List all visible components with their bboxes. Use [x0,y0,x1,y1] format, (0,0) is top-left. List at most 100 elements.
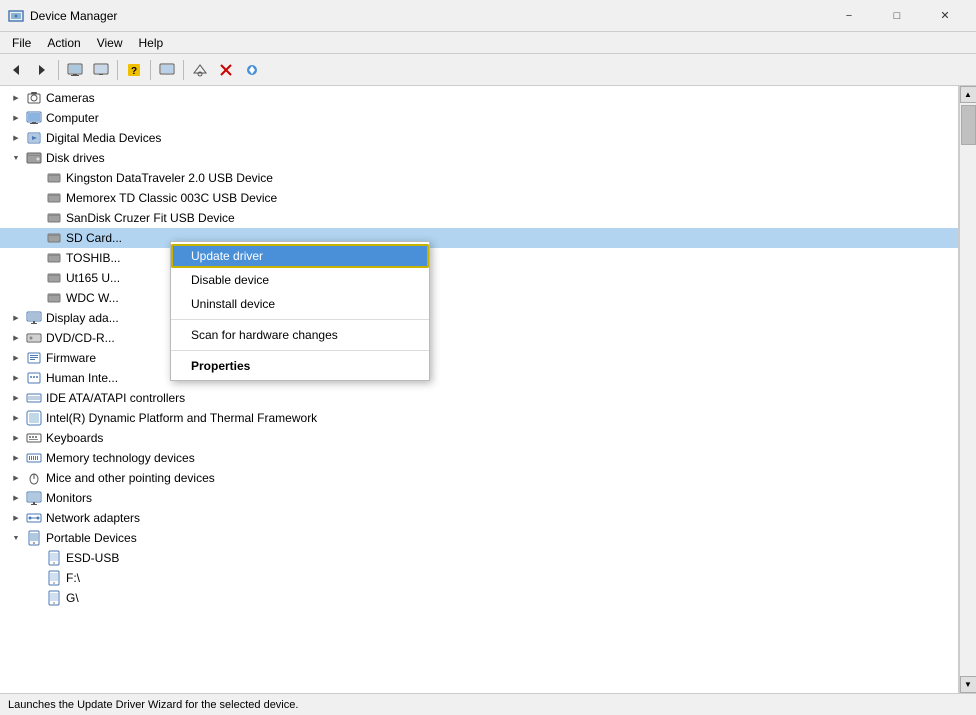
context-menu-item-properties[interactable]: Properties [171,354,429,378]
status-text: Launches the Update Driver Wizard for th… [8,699,298,711]
tree-item-keyboards[interactable]: ▶Keyboards [0,428,958,448]
tree-no-expand [28,270,44,286]
context-menu-separator [171,350,429,351]
tree-item-firmware[interactable]: ▶Firmware [0,348,958,368]
tree-icon-network [26,510,42,526]
tree-item-wdc[interactable]: WDC W... [0,288,958,308]
toolbar-add-btn[interactable] [188,58,212,82]
tree-expand-digital-media[interactable]: ▶ [8,130,24,146]
tree-expand-firmware[interactable]: ▶ [8,350,24,366]
context-menu-item-uninstall-device[interactable]: Uninstall device [171,292,429,316]
tree-label-ut165: Ut165 U... [66,271,120,285]
tree-icon-portable [26,530,42,546]
tree-icon-ide-ata [26,390,42,406]
tree-label-f-drive: F:\ [66,571,80,585]
window-title: Device Manager [30,9,826,23]
tree-item-computer[interactable]: ▶ Computer [0,108,958,128]
toolbar-help-btn[interactable]: ? [122,58,146,82]
toolbar-btn-4[interactable] [89,58,113,82]
back-button[interactable] [4,58,28,82]
toolbar-screen-btn[interactable] [155,58,179,82]
tree-label-esd-usb: ESD-USB [66,551,119,565]
tree-item-portable[interactable]: ▼Portable Devices [0,528,958,548]
tree-item-mice[interactable]: ▶Mice and other pointing devices [0,468,958,488]
minimize-button[interactable]: − [826,2,872,30]
tree-expand-human-interface[interactable]: ▶ [8,370,24,386]
tree-label-monitors: Monitors [46,491,92,505]
tree-label-memorex: Memorex TD Classic 003C USB Device [66,191,277,205]
tree-expand-dvdcd[interactable]: ▶ [8,330,24,346]
tree-item-toshib[interactable]: TOSHIB... [0,248,958,268]
tree-item-g-drive[interactable]: G\ [0,588,958,608]
tree-label-cameras: Cameras [46,91,95,105]
toolbar-remove-btn[interactable] [214,58,238,82]
menu-action[interactable]: Action [39,34,88,52]
tree-icon-digital-media [26,130,42,146]
scroll-up-btn[interactable]: ▲ [960,86,976,103]
maximize-button[interactable]: □ [874,2,920,30]
tree-item-sdcard[interactable]: SD Card... [0,228,958,248]
tree-label-sandisk: SanDisk Cruzer Fit USB Device [66,211,235,225]
scrollbar[interactable]: ▲ ▼ [959,86,976,693]
tree-item-ut165[interactable]: Ut165 U... [0,268,958,288]
tree-item-intel-dynamic[interactable]: ▶Intel(R) Dynamic Platform and Thermal F… [0,408,958,428]
tree-icon-wdc [46,290,62,306]
tree-label-disk-drives: Disk drives [46,151,105,165]
title-bar-controls: − □ ✕ [826,2,968,30]
context-menu-item-update-driver[interactable]: Update driver [171,244,429,268]
menu-help[interactable]: Help [131,34,172,52]
tree-item-memorex[interactable]: Memorex TD Classic 003C USB Device [0,188,958,208]
tree-expand-ide-ata[interactable]: ▶ [8,390,24,406]
tree-expand-network[interactable]: ▶ [8,510,24,526]
tree-icon-keyboards [26,430,42,446]
tree-expand-computer[interactable]: ▶ [8,110,24,126]
scroll-down-btn[interactable]: ▼ [960,676,976,693]
toolbar-update-btn[interactable] [240,58,264,82]
tree-expand-monitors[interactable]: ▶ [8,490,24,506]
tree-icon-dvdcd [26,330,42,346]
tree-item-dvdcd[interactable]: ▶ DVD/CD-R... [0,328,958,348]
tree-item-human-interface[interactable]: ▶Human Inte... [0,368,958,388]
context-menu-item-scan-hardware[interactable]: Scan for hardware changes [171,323,429,347]
tree-expand-display-ada[interactable]: ▶ [8,310,24,326]
toolbar-sep-2 [117,60,118,80]
context-menu-item-disable-device[interactable]: Disable device [171,268,429,292]
toolbar-sep-3 [150,60,151,80]
tree-expand-intel-dynamic[interactable]: ▶ [8,410,24,426]
tree-item-monitors[interactable]: ▶ Monitors [0,488,958,508]
tree-item-network[interactable]: ▶ Network adapters [0,508,958,528]
tree-expand-disk-drives[interactable]: ▼ [8,150,24,166]
tree-label-dvdcd: DVD/CD-R... [46,331,115,345]
tree-expand-portable[interactable]: ▼ [8,530,24,546]
forward-button[interactable] [30,58,54,82]
close-button[interactable]: ✕ [922,2,968,30]
tree-item-sandisk[interactable]: SanDisk Cruzer Fit USB Device [0,208,958,228]
tree-item-esd-usb[interactable]: ESD-USB [0,548,958,568]
tree-expand-cameras[interactable]: ▶ [8,90,24,106]
menu-file[interactable]: File [4,34,39,52]
tree-label-display-ada: Display ada... [46,311,119,325]
tree-item-display-ada[interactable]: ▶ Display ada... [0,308,958,328]
scroll-thumb[interactable] [961,105,976,145]
toolbar-btn-3[interactable] [63,58,87,82]
tree-expand-keyboards[interactable]: ▶ [8,430,24,446]
tree-item-digital-media[interactable]: ▶Digital Media Devices [0,128,958,148]
tree-item-cameras[interactable]: ▶ Cameras [0,88,958,108]
tree-item-kingston[interactable]: Kingston DataTraveler 2.0 USB Device [0,168,958,188]
tree-expand-memory-tech[interactable]: ▶ [8,450,24,466]
device-tree[interactable]: ▶Cameras▶Computer▶Digital Media Devices▼… [0,86,959,693]
tree-icon-f-drive [46,570,62,586]
tree-icon-firmware [26,350,42,366]
tree-label-network: Network adapters [46,511,140,525]
tree-icon-sdcard [46,230,62,246]
tree-icon-kingston [46,170,62,186]
tree-item-ide-ata[interactable]: ▶IDE ATA/ATAPI controllers [0,388,958,408]
tree-item-memory-tech[interactable]: ▶Memory technology devices [0,448,958,468]
status-bar: Launches the Update Driver Wizard for th… [0,693,976,715]
tree-item-disk-drives[interactable]: ▼ Disk drives [0,148,958,168]
tree-item-f-drive[interactable]: F:\ [0,568,958,588]
tree-label-computer: Computer [46,111,99,125]
tree-label-g-drive: G\ [66,591,79,605]
menu-view[interactable]: View [89,34,131,52]
tree-expand-mice[interactable]: ▶ [8,470,24,486]
